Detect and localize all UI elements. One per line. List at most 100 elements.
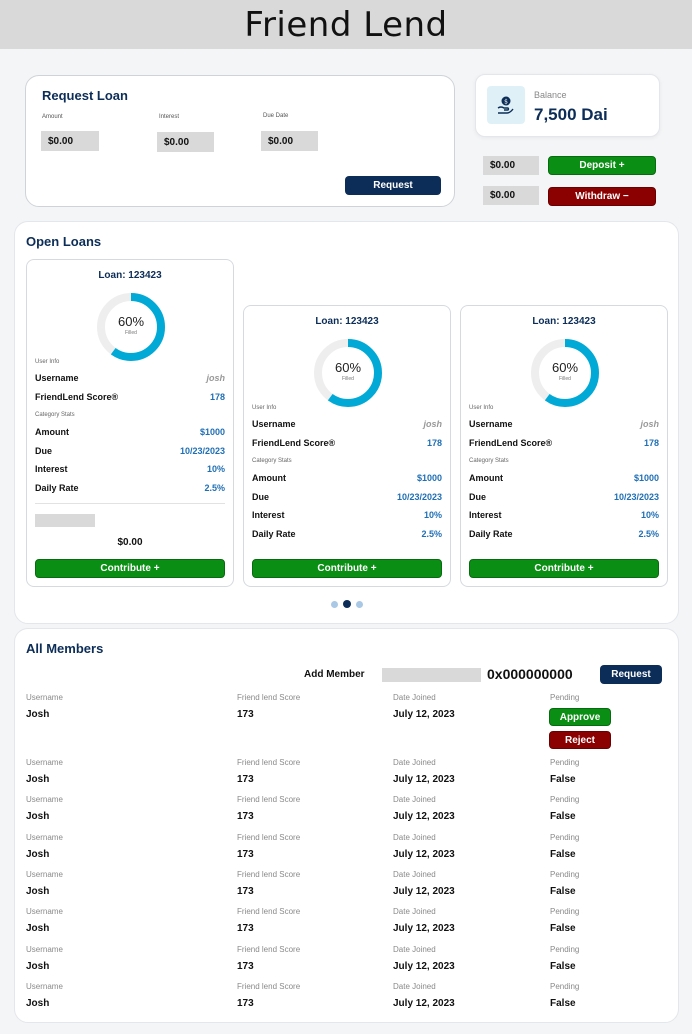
contribute-button[interactable]: Contribute + [252,559,442,578]
column-label-score: Friend lend Score [237,907,301,916]
amount-value: $1000 [416,473,442,483]
interest-label: Interest [159,114,180,120]
all-members-card: All Members Add Member 0x000000000 Reque… [14,628,679,1023]
member-address: 0x000000000 [487,666,573,682]
loan-card: Loan: 123423 60% Filled User Info Userna… [26,259,234,587]
user-info-label: User Info [469,405,494,411]
member-score: 173 [237,961,254,972]
carousel-dot-active[interactable] [343,600,351,608]
member-joined: July 12, 2023 [393,709,455,720]
due-date-input[interactable]: $0.00 [261,131,318,151]
amount-input[interactable]: $0.00 [41,131,99,151]
due-date-label: Due Date [263,113,289,119]
daily-rate-value: 2.5% [421,529,442,539]
category-stats-label: Category Stats [35,412,75,418]
deposit-button[interactable]: Deposit + [548,156,656,175]
interest-input[interactable]: $0.00 [157,132,214,152]
score-label: FriendLend Score® [252,438,336,448]
member-username: Josh [26,709,50,720]
member-username: Josh [26,811,50,822]
column-label-joined: Date Joined [393,758,436,767]
column-label-score: Friend lend Score [237,833,301,842]
user-info-label: User Info [35,359,60,365]
member-pending: False [550,774,576,785]
member-username: Josh [26,998,50,1009]
username-value: josh [423,419,442,429]
amount-value: $1000 [633,473,659,483]
interest-label: Interest [252,510,285,520]
withdraw-amount-input[interactable]: $0.00 [483,186,539,205]
member-joined: July 12, 2023 [393,923,455,934]
request-loan-card: Request Loan Amount Interest Due Date $0… [25,75,455,207]
due-value: 10/23/2023 [613,492,659,502]
category-stats-label: Category Stats [252,458,292,464]
percent-filled: 60% [334,360,362,375]
column-label-joined: Date Joined [393,693,436,702]
member-joined: July 12, 2023 [393,774,455,785]
column-label-score: Friend lend Score [237,795,301,804]
due-label: Due [35,446,53,456]
loan-progress-donut: 60% Filled [311,336,385,410]
due-value: 10/23/2023 [179,446,225,456]
member-score: 173 [237,886,254,897]
contribution-amount: $0.00 [117,537,143,548]
carousel-dot[interactable] [331,601,338,608]
withdraw-button[interactable]: Withdraw − [548,187,656,206]
column-label-joined: Date Joined [393,945,436,954]
member-pending: False [550,923,576,934]
amount-label: Amount [42,114,63,120]
interest-label: Interest [35,464,68,474]
deposit-amount-input[interactable]: $0.00 [483,156,539,175]
percent-filled: 60% [551,360,579,375]
column-label-joined: Date Joined [393,907,436,916]
score-label: FriendLend Score® [35,392,119,402]
loan-title: Loan: 123423 [532,316,596,327]
due-value: 10/23/2023 [396,492,442,502]
member-pending: False [550,849,576,860]
member-score: 173 [237,774,254,785]
loan-progress-donut: 60% Filled [528,336,602,410]
column-label-pending: Pending [550,693,580,702]
column-label-joined: Date Joined [393,870,436,879]
username-value: josh [640,419,659,429]
score-value: 178 [209,392,225,402]
contribute-button[interactable]: Contribute + [35,559,225,578]
column-label-pending: Pending [550,907,580,916]
interest-value: 10% [423,510,442,520]
column-label-joined: Date Joined [393,982,436,991]
reject-button[interactable]: Reject [549,731,611,749]
column-label-pending: Pending [550,982,580,991]
username-label: Username [35,373,79,383]
member-score: 173 [237,998,254,1009]
interest-value: 10% [640,510,659,520]
username-label: Username [252,419,296,429]
member-score: 173 [237,811,254,822]
request-loan-button[interactable]: Request [345,176,441,195]
open-loans-title: Open Loans [26,234,102,249]
score-value: 178 [643,438,659,448]
daily-rate-label: Daily Rate [469,529,513,539]
member-pending: False [550,886,576,897]
carousel-dot[interactable] [356,601,363,608]
add-member-request-button[interactable]: Request [600,665,662,684]
member-joined: July 12, 2023 [393,849,455,860]
member-pending: False [550,998,576,1009]
contribution-input[interactable] [35,514,95,527]
add-member-input[interactable] [382,668,481,682]
contribute-button[interactable]: Contribute + [469,559,659,578]
column-label-username: Username [26,833,63,842]
daily-rate-label: Daily Rate [252,529,296,539]
member-score: 173 [237,849,254,860]
column-label-username: Username [26,870,63,879]
username-label: Username [469,419,513,429]
loan-title: Loan: 123423 [98,270,162,281]
svg-text:$: $ [504,99,508,106]
approve-button[interactable]: Approve [549,708,611,726]
column-label-username: Username [26,907,63,916]
username-value: josh [206,373,225,383]
all-members-title: All Members [26,641,104,656]
loan-title: Loan: 123423 [315,316,379,327]
user-info-label: User Info [252,405,277,411]
add-member-label: Add Member [304,669,365,680]
member-username: Josh [26,923,50,934]
